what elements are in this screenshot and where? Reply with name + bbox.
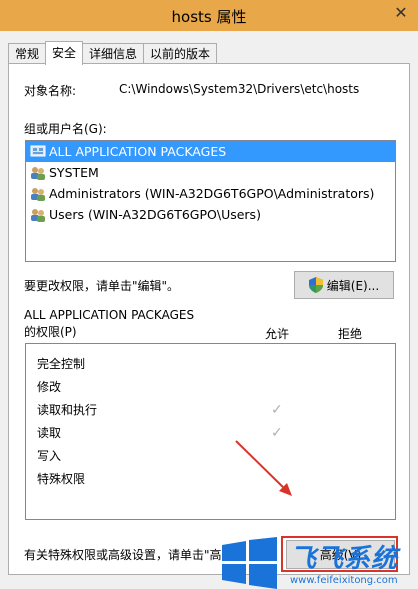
tab-previous-versions[interactable]: 以前的版本 <box>143 43 218 64</box>
uac-shield-icon <box>308 277 323 293</box>
list-item[interactable]: ALL APPLICATION PACKAGES <box>26 141 395 162</box>
watermark-brand: 飞飞系统 <box>290 544 399 574</box>
users-icon <box>30 208 46 222</box>
group-users-label: 组或用户名(G): <box>24 122 107 136</box>
allow-column-header: 允许 <box>265 327 290 341</box>
permission-name: 读取 <box>37 426 62 440</box>
packages-icon <box>30 145 46 159</box>
permission-name: 写入 <box>37 449 62 463</box>
users-icon <box>30 166 46 180</box>
permission-name: 读取和执行 <box>37 403 98 417</box>
permission-row: 特殊权限 <box>26 468 395 491</box>
users-icon <box>30 187 46 201</box>
change-permissions-hint: 要更改权限，请单击"编辑"。 <box>24 279 180 293</box>
permissions-principal: ALL APPLICATION PACKAGES <box>24 308 195 322</box>
permission-row: 修改 <box>26 376 395 399</box>
tab-security[interactable]: 安全 <box>45 41 84 65</box>
window-title: hosts 属性 <box>171 8 247 26</box>
permission-name: 完全控制 <box>37 357 86 371</box>
security-panel: 对象名称: C:\Windows\System32\Drivers\etc\ho… <box>8 63 410 575</box>
permission-row: 完全控制 <box>26 353 395 376</box>
deny-column-header: 拒绝 <box>338 327 363 341</box>
close-button[interactable]: ✕ <box>390 1 412 23</box>
list-item[interactable]: Users (WIN-A32DG6T6GPO\Users) <box>26 204 395 225</box>
edit-button-label: 编辑(E)... <box>326 278 380 293</box>
permission-row: 写入 <box>26 445 395 468</box>
edit-button[interactable]: 编辑(E)... <box>294 271 394 299</box>
user-name: Users (WIN-A32DG6T6GPO\Users) <box>49 207 261 222</box>
user-name: Administrators (WIN-A32DG6T6GPO\Administ… <box>49 186 375 201</box>
dialog-body: 常规 安全 详细信息 以前的版本 对象名称: C:\Windows\System… <box>0 31 418 589</box>
watermark: 飞飞系统 www.feifeixitong.com <box>218 532 418 589</box>
tab-general[interactable]: 常规 <box>8 43 47 64</box>
permission-row: 读取 ✓ <box>26 422 395 445</box>
tab-details[interactable]: 详细信息 <box>82 43 145 64</box>
permissions-label: 的权限(P) <box>24 325 77 339</box>
title-bar: hosts 属性 ✕ <box>0 0 418 31</box>
advanced-hint: 有关特殊权限或高级设置，请单击"高级"。 <box>24 548 252 562</box>
list-item[interactable]: SYSTEM <box>26 162 395 183</box>
user-list[interactable]: ALL APPLICATION PACKAGES SYSTEM Administ… <box>25 140 396 262</box>
tab-strip: 常规 安全 详细信息 以前的版本 <box>8 41 218 65</box>
permission-row: 读取和执行 ✓ <box>26 399 395 422</box>
allow-check-icon: ✓ <box>271 402 283 418</box>
windows-logo-icon <box>222 537 277 589</box>
object-name-label: 对象名称: <box>24 84 77 98</box>
permission-name: 修改 <box>37 380 62 394</box>
watermark-url: www.feifeixitong.com <box>290 575 398 586</box>
permissions-list[interactable]: 完全控制 修改 读取和执行 ✓ 读取 ✓ 写入 特殊权限 <box>25 343 396 520</box>
list-item[interactable]: Administrators (WIN-A32DG6T6GPO\Administ… <box>26 183 395 204</box>
permissions-heading: ALL APPLICATION PACKAGES 的权限(P) <box>24 307 194 341</box>
permission-name: 特殊权限 <box>37 472 86 486</box>
user-name: ALL APPLICATION PACKAGES <box>49 144 227 159</box>
allow-check-icon: ✓ <box>271 425 283 441</box>
user-name: SYSTEM <box>49 165 99 180</box>
object-name-value: C:\Windows\System32\Drivers\etc\hosts <box>119 82 360 96</box>
